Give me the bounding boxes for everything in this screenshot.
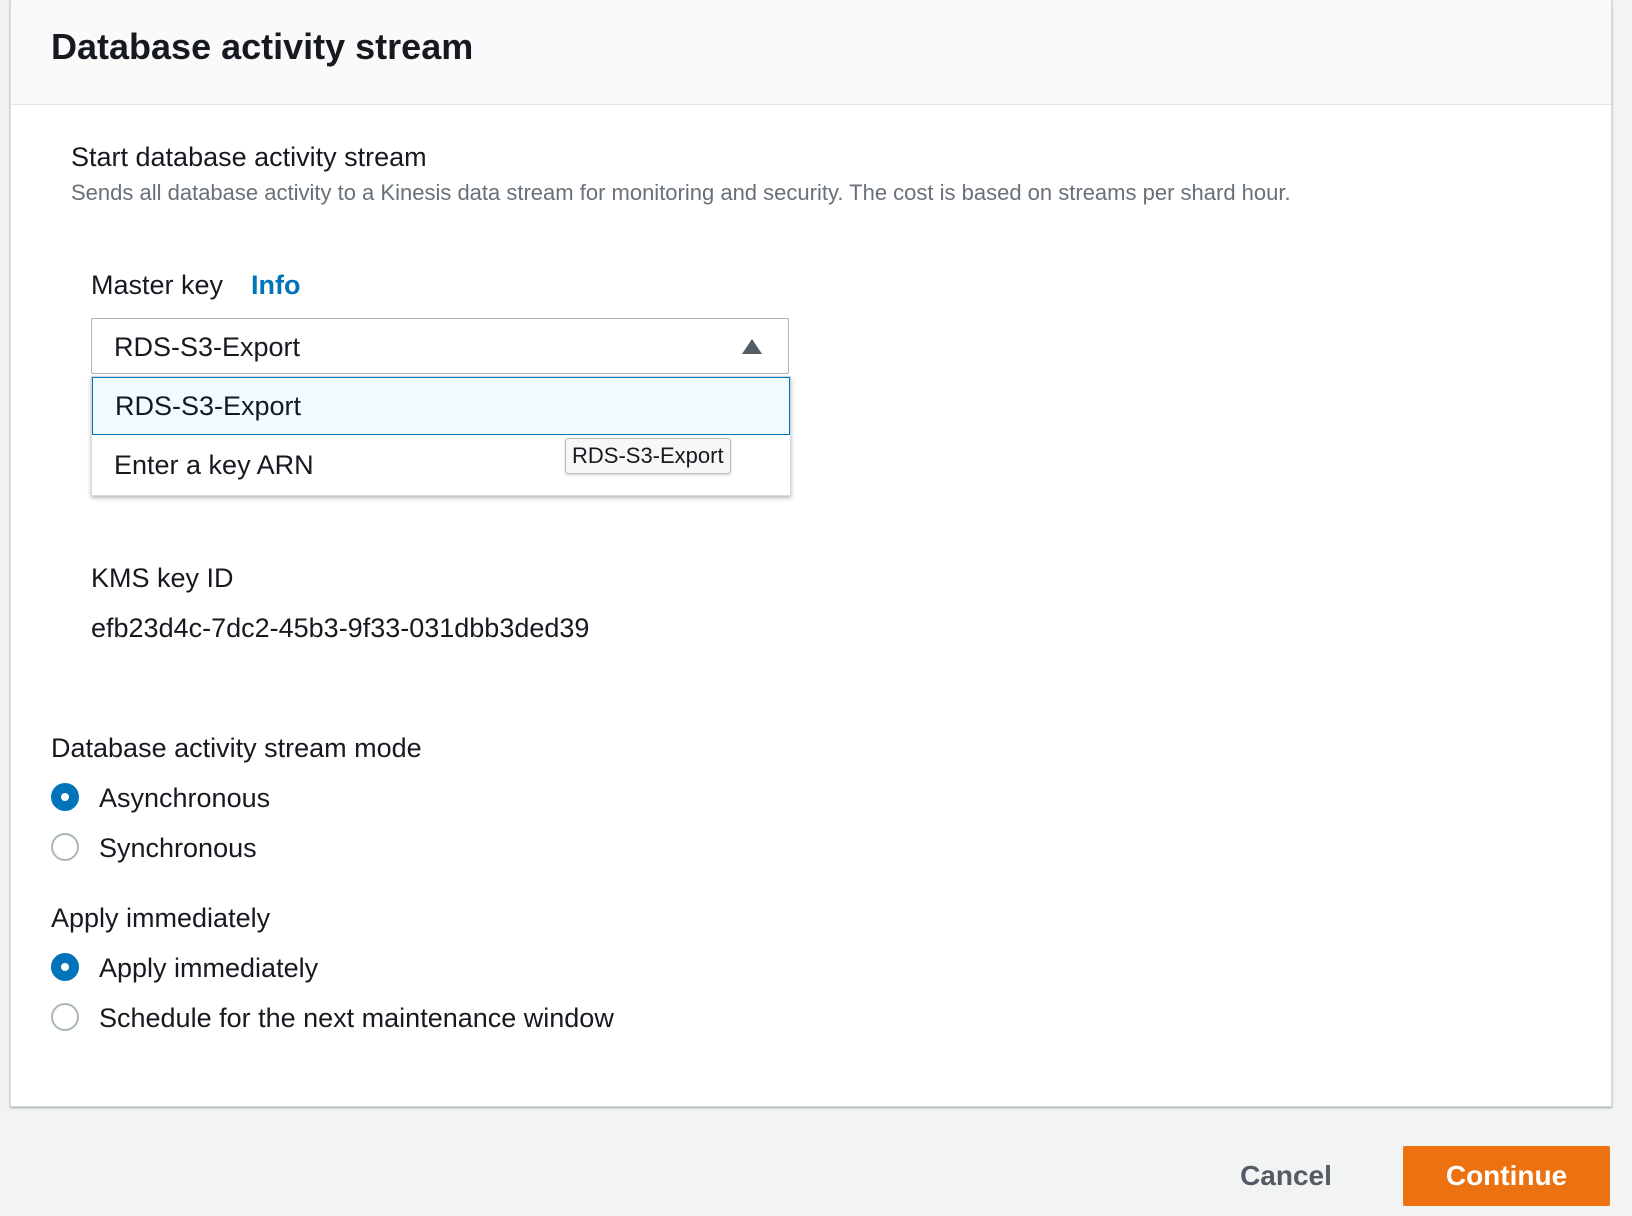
master-key-select[interactable]: RDS-S3-Export	[91, 318, 789, 374]
master-key-info-link[interactable]: Info	[251, 270, 300, 301]
radio-asynchronous[interactable]	[51, 783, 79, 811]
dropdown-option-label: Enter a key ARN	[114, 450, 314, 480]
option-tooltip: RDS-S3-Export	[565, 438, 731, 474]
dropdown-option-rds-s3-export[interactable]: RDS-S3-Export	[92, 377, 790, 435]
cancel-button[interactable]: Cancel	[1216, 1146, 1356, 1206]
master-key-label: Master key	[91, 270, 224, 300]
apply-immediately-label: Apply immediately	[51, 903, 271, 933]
kms-key-id-label: KMS key ID	[91, 563, 234, 593]
radio-asynchronous-label[interactable]: Asynchronous	[99, 783, 270, 814]
master-key-dropdown: RDS-S3-Export Enter a key ARN	[91, 376, 791, 496]
panel-title: Database activity stream	[51, 26, 474, 67]
radio-apply-immediately[interactable]	[51, 953, 79, 981]
stream-mode-label: Database activity stream mode	[51, 733, 422, 763]
dropdown-option-label: RDS-S3-Export	[115, 391, 302, 421]
radio-schedule-maintenance[interactable]	[51, 1003, 79, 1031]
kms-key-id-value: efb23d4c-7dc2-45b3-9f33-031dbb3ded39	[91, 613, 590, 643]
panel-header: Database activity stream	[11, 0, 1611, 105]
activity-stream-panel: Database activity stream Start database …	[10, 0, 1612, 1107]
caret-up-icon	[742, 339, 762, 354]
radio-synchronous-label[interactable]: Synchronous	[99, 833, 257, 864]
continue-button[interactable]: Continue	[1403, 1146, 1610, 1206]
radio-schedule-maintenance-label[interactable]: Schedule for the next maintenance window	[99, 1003, 614, 1034]
radio-synchronous[interactable]	[51, 833, 79, 861]
section-title: Start database activity stream	[71, 142, 427, 172]
section-description: Sends all database activity to a Kinesis…	[71, 180, 1291, 205]
master-key-selected-value: RDS-S3-Export	[114, 332, 301, 362]
radio-apply-immediately-label[interactable]: Apply immediately	[99, 953, 318, 984]
